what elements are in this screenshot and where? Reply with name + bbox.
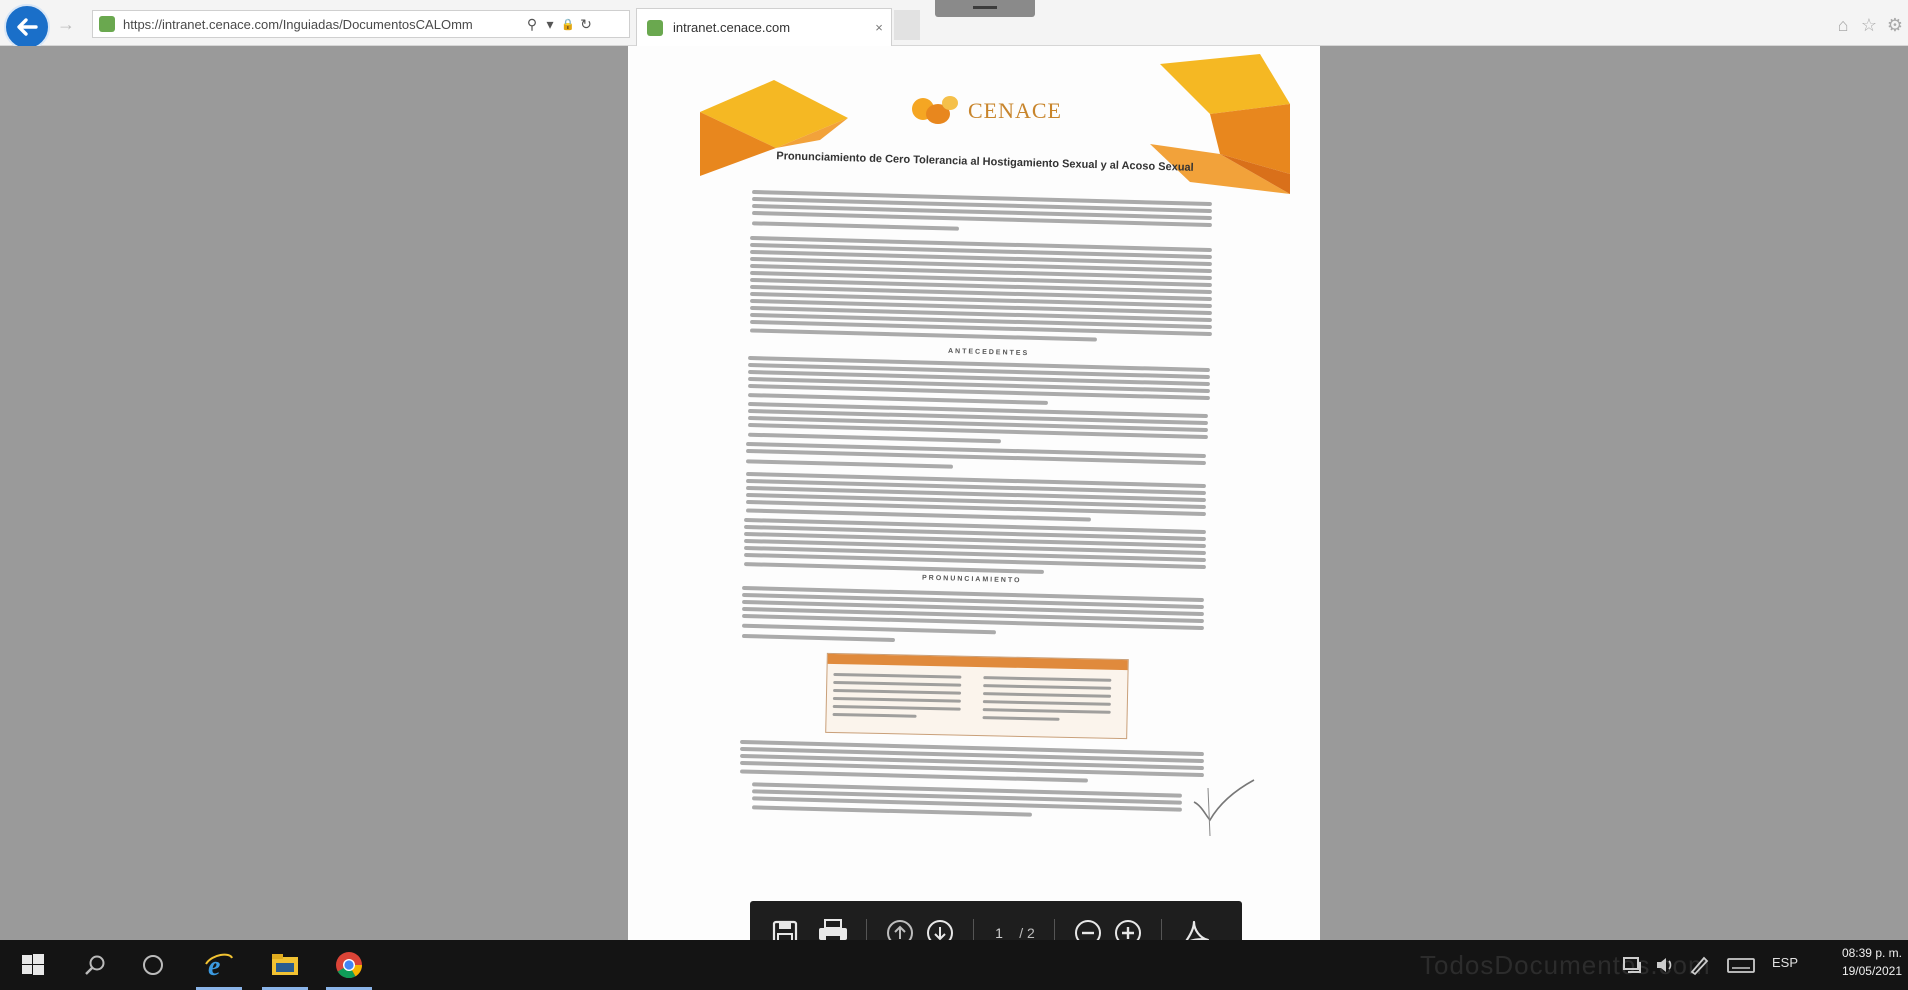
text-line — [745, 459, 954, 469]
volume-icon[interactable] — [1654, 954, 1676, 976]
window-drag-handle[interactable] — [935, 0, 1035, 17]
text-line — [747, 432, 1002, 444]
forward-button[interactable]: → — [56, 14, 76, 34]
table-column-left — [827, 668, 968, 719]
keyboard-icon[interactable] — [1726, 954, 1756, 976]
internet-explorer-taskbar-button[interactable]: e — [190, 940, 248, 990]
table-column-right — [977, 671, 1118, 722]
search-icon[interactable]: ⚲ — [523, 16, 541, 33]
new-tab-button[interactable] — [894, 10, 920, 40]
browser-toolbar: → https://intranet.cenace.com/Inguiadas/… — [0, 0, 1908, 50]
pdf-viewer[interactable]: CENACE Pronunciamiento de Cero Toleranci… — [0, 46, 1908, 965]
signature-icon — [1193, 779, 1255, 836]
start-button[interactable] — [4, 940, 62, 990]
chrome-taskbar-button[interactable] — [320, 940, 378, 990]
tab-title: intranet.cenace.com — [673, 20, 791, 35]
task-view-button[interactable] — [124, 940, 182, 990]
pen-icon[interactable] — [1688, 954, 1710, 976]
arrow-right-icon: → — [57, 14, 75, 34]
text-line — [741, 623, 997, 635]
document-table — [825, 652, 1129, 740]
url-text[interactable]: https://intranet.cenace.com/Inguiadas/Do… — [123, 17, 523, 32]
text-line — [741, 634, 896, 643]
table-header — [827, 653, 1128, 671]
text-line — [743, 562, 1045, 575]
search-button[interactable] — [66, 940, 124, 990]
network-icon[interactable] — [1622, 954, 1646, 976]
input-language[interactable]: ESP — [1772, 955, 1798, 970]
browser-tab[interactable]: intranet.cenace.com × — [636, 8, 892, 46]
lock-icon[interactable]: 🔒 — [559, 18, 577, 31]
close-tab-icon[interactable]: × — [867, 20, 891, 35]
clock-date: 19/05/2021 — [1841, 964, 1902, 978]
handle-grip-icon — [973, 6, 997, 9]
windows-start-icon — [22, 954, 44, 975]
cenace-logo-icon — [912, 94, 962, 128]
text-line — [751, 221, 960, 231]
search-icon — [85, 955, 105, 975]
system-clock[interactable]: 08:39 p. m. 19/05/2021 — [1812, 946, 1902, 978]
internet-explorer-icon: e — [205, 951, 233, 980]
file-explorer-icon — [272, 954, 298, 975]
chevron-down-icon[interactable]: ▾ — [541, 16, 559, 33]
site-favicon-icon — [99, 16, 115, 32]
back-button[interactable] — [4, 4, 50, 50]
text-line — [751, 805, 1032, 817]
section-heading-pronunciamiento: PRONUNCIAMIENTO — [921, 574, 1022, 585]
settings-gear-icon[interactable]: ⚙ — [1884, 14, 1906, 36]
cenace-logo: CENACE — [912, 94, 1062, 128]
task-view-icon — [143, 955, 163, 975]
chrome-icon — [336, 952, 363, 979]
section-heading-antecedentes: ANTECEDENTES — [947, 347, 1030, 358]
clock-time: 08:39 p. m. — [1841, 946, 1902, 960]
logo-text: CENACE — [968, 98, 1062, 123]
site-favicon-icon — [647, 19, 663, 36]
page-total: / 2 — [1019, 925, 1035, 941]
refresh-icon[interactable]: ↻ — [577, 16, 595, 33]
windows-taskbar: e TodosDocumentos.com ESP 08:39 p. m. 19… — [0, 940, 1908, 990]
file-explorer-taskbar-button[interactable] — [256, 940, 314, 990]
pdf-page: CENACE Pronunciamiento de Cero Toleranci… — [628, 46, 1320, 940]
address-bar[interactable]: https://intranet.cenace.com/Inguiadas/Do… — [92, 10, 630, 38]
arrow-left-icon — [17, 18, 38, 36]
favorites-star-icon[interactable]: ☆ — [1858, 14, 1880, 36]
home-icon[interactable]: ⌂ — [1832, 14, 1854, 36]
